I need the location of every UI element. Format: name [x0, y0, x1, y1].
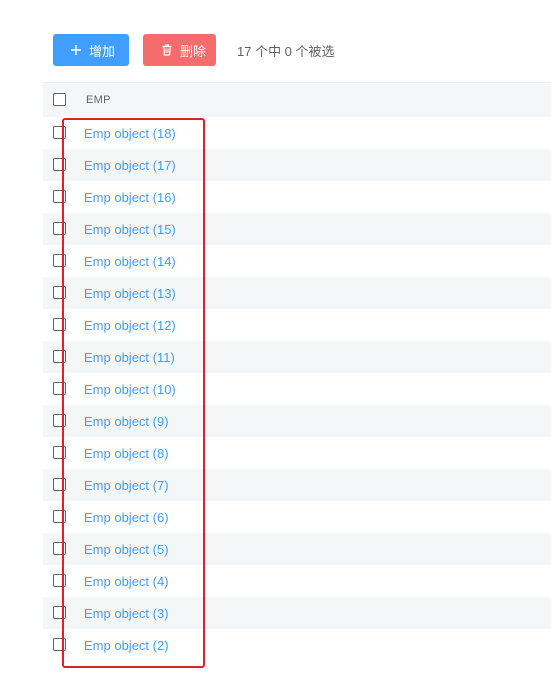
row-checkbox[interactable] — [53, 318, 66, 331]
delete-button-label: 删除 — [180, 43, 207, 59]
row-checkbox[interactable] — [53, 222, 66, 235]
table-row: Emp object (9) — [43, 405, 551, 437]
table-row: Emp object (6) — [43, 501, 551, 533]
table-row: Emp object (13) — [43, 277, 551, 309]
row-link[interactable]: Emp object (3) — [84, 606, 169, 621]
row-checkbox[interactable] — [53, 158, 66, 171]
table-row: Emp object (18) — [43, 117, 551, 149]
table-header: EMP — [43, 82, 551, 117]
table-row: Emp object (8) — [43, 437, 551, 469]
row-link[interactable]: Emp object (6) — [84, 510, 169, 525]
row-checkbox[interactable] — [53, 254, 66, 267]
table-row: Emp object (16) — [43, 181, 551, 213]
table-row: Emp object (5) — [43, 533, 551, 565]
row-checkbox[interactable] — [53, 510, 66, 523]
row-checkbox[interactable] — [53, 606, 66, 619]
table-row: Emp object (11) — [43, 341, 551, 373]
table-row: Emp object (10) — [43, 373, 551, 405]
row-checkbox[interactable] — [53, 286, 66, 299]
row-link[interactable]: Emp object (18) — [84, 126, 176, 141]
row-link[interactable]: Emp object (9) — [84, 414, 169, 429]
plus-icon — [69, 43, 83, 57]
row-checkbox[interactable] — [53, 350, 66, 363]
table-row: Emp object (7) — [43, 469, 551, 501]
row-link[interactable]: Emp object (4) — [84, 574, 169, 589]
row-link[interactable]: Emp object (2) — [84, 638, 169, 653]
table-row: Emp object (2) — [43, 629, 551, 661]
row-link[interactable]: Emp object (14) — [84, 254, 176, 269]
row-link[interactable]: Emp object (8) — [84, 446, 169, 461]
table-row: Emp object (17) — [43, 149, 551, 181]
row-link[interactable]: Emp object (13) — [84, 286, 176, 301]
table-body: Emp object (18) Emp object (17) Emp object… — [43, 117, 551, 661]
table-row: Emp object (4) — [43, 565, 551, 597]
row-link[interactable]: Emp object (15) — [84, 222, 176, 237]
row-checkbox[interactable] — [53, 638, 66, 651]
row-link[interactable]: Emp object (17) — [84, 158, 176, 173]
select-all-checkbox[interactable] — [53, 93, 66, 106]
table-row: Emp object (15) — [43, 213, 551, 245]
column-header-emp: EMP — [86, 94, 111, 106]
table-row: Emp object (12) — [43, 309, 551, 341]
row-checkbox[interactable] — [53, 542, 66, 555]
row-checkbox[interactable] — [53, 446, 66, 459]
emp-table: EMP Emp object (18) Emp object (17) Emp ob… — [43, 82, 551, 661]
row-checkbox[interactable] — [53, 478, 66, 491]
trash-icon — [160, 43, 174, 57]
row-checkbox[interactable] — [53, 574, 66, 587]
row-link[interactable]: Emp object (16) — [84, 190, 176, 205]
row-checkbox[interactable] — [53, 414, 66, 427]
row-checkbox[interactable] — [53, 190, 66, 203]
row-link[interactable]: Emp object (10) — [84, 382, 176, 397]
table-row: Emp object (3) — [43, 597, 551, 629]
row-link[interactable]: Emp object (7) — [84, 478, 169, 493]
row-link[interactable]: Emp object (12) — [84, 318, 176, 333]
delete-button[interactable]: 删除 — [143, 34, 216, 66]
add-button-label: 增加 — [89, 43, 116, 59]
toolbar: 增加 删除 17 个中 0 个被选 — [53, 34, 335, 66]
row-link[interactable]: Emp object (11) — [84, 350, 175, 365]
row-checkbox[interactable] — [53, 126, 66, 139]
row-link[interactable]: Emp object (5) — [84, 542, 169, 557]
selection-count: 17 个中 0 个被选 — [237, 43, 335, 59]
row-checkbox[interactable] — [53, 382, 66, 395]
add-button[interactable]: 增加 — [53, 34, 129, 66]
table-row: Emp object (14) — [43, 245, 551, 277]
